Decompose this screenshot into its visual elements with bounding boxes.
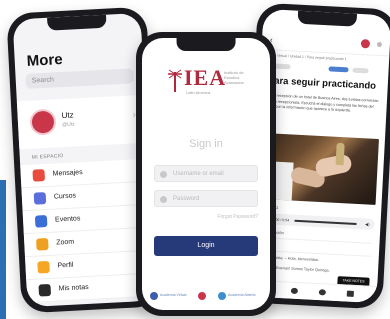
phone-login: IEA Latin America Instituto de Estudios … — [136, 32, 276, 316]
search-input[interactable]: Search — [25, 68, 135, 89]
user-handle: @Utz — [61, 121, 75, 129]
menu-item-label: Cursos — [53, 192, 77, 201]
menu-item-label: Zoom — [56, 238, 75, 247]
section-label: MI ESPACIO — [31, 153, 64, 161]
courses-icon — [33, 192, 47, 205]
page-title: More — [26, 50, 63, 70]
login-screen: IEA Latin America Instituto de Estudios … — [142, 38, 270, 310]
lock-icon — [160, 196, 167, 203]
menu-item-label: Mensajes — [52, 169, 83, 178]
lesson-photo — [261, 133, 379, 205]
profile-icon — [37, 260, 50, 274]
iea-logo-icon — [198, 292, 206, 300]
brand-accent-bar — [0, 180, 6, 319]
footer-logos: Academia Virtual Academia Abierta — [142, 288, 270, 304]
more-screen: More Search Utz @Utz › MI ESPACIO Mensaj… — [12, 12, 156, 308]
audio-seek-bar[interactable] — [294, 219, 357, 225]
menu-item-label: Mis notas — [58, 283, 89, 293]
message-icon — [32, 169, 46, 182]
zoom-icon — [36, 237, 49, 251]
phone-notch — [47, 14, 107, 31]
field-placeholder: Password — [173, 196, 200, 202]
academia-abierta-logo-icon — [218, 292, 226, 300]
user-name: Utz — [61, 110, 74, 121]
more-nav-icon[interactable] — [346, 290, 354, 297]
user-icon — [160, 171, 167, 178]
footer-right-text: Academia Abierta — [228, 293, 256, 297]
top-bar: ‹ — [261, 26, 390, 57]
login-button[interactable]: Login — [154, 236, 258, 256]
progress-pills — [268, 63, 380, 75]
breadcrumb[interactable]: Sala Virtual / Unidad 1 / Para seguir pr… — [269, 53, 347, 61]
volume-icon[interactable]: ◀) — [365, 221, 370, 226]
logo-side-text: Instituto de Estudios Avanzados — [224, 70, 244, 85]
logo-icon — [168, 69, 182, 92]
logo-subtitle: Latin America — [186, 90, 211, 95]
academia-logo-icon — [150, 292, 158, 300]
footer-left-text: Academia Virtual — [160, 293, 187, 297]
avatar[interactable] — [360, 38, 371, 49]
pill — [328, 66, 349, 73]
menu-icon[interactable] — [376, 41, 383, 48]
calendar-icon — [34, 215, 48, 228]
audio-player[interactable]: ▶ 0:00 / 0:54 ◀) — [260, 212, 375, 230]
messages-nav-icon[interactable] — [318, 289, 327, 296]
password-field[interactable]: Password — [154, 190, 258, 207]
menu-item-label: Eventos — [54, 215, 81, 224]
photo-hand — [314, 153, 353, 179]
pill — [352, 67, 369, 74]
photo-bottle — [335, 142, 345, 166]
signin-heading: Sign in — [189, 138, 223, 150]
logo-text: IEA — [184, 65, 227, 90]
field-placeholder: Username or email — [173, 171, 224, 177]
menu-list: Mensajes › Cursos › Eventos › Zoom › Per… — [20, 158, 156, 304]
username-field[interactable]: Username or email — [154, 165, 258, 182]
user-profile-row[interactable]: Utz @Utz › — [16, 94, 148, 150]
forgot-password-link[interactable]: Forgot Password? — [217, 214, 258, 220]
courses-nav-icon[interactable] — [290, 287, 299, 295]
menu-item-label: Perfil — [57, 261, 74, 270]
avatar — [29, 108, 57, 136]
divider — [259, 236, 372, 244]
phone-notch — [176, 38, 236, 51]
notes-icon — [38, 283, 52, 297]
phone-notch — [297, 10, 357, 27]
